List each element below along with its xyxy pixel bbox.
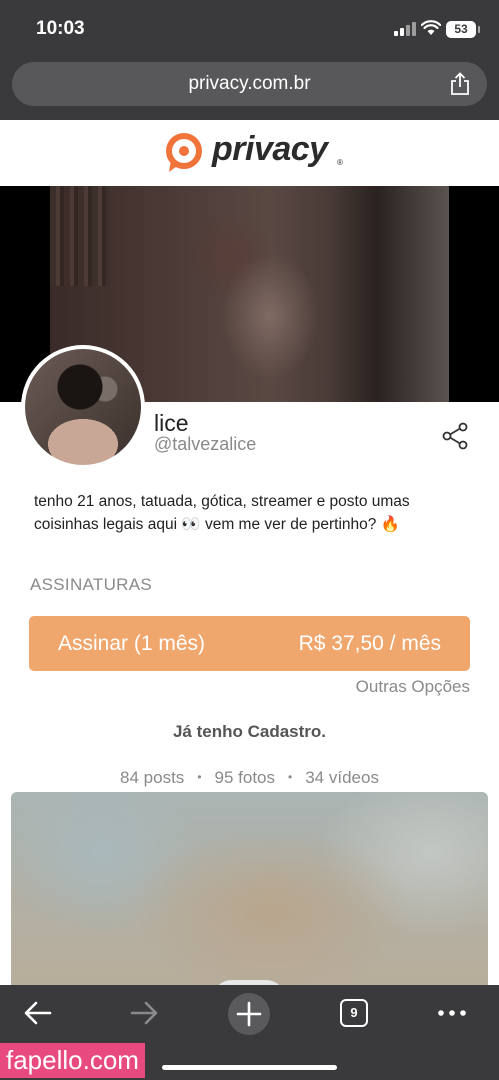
profile-bio: tenho 21 anos, tatuada, gótica, streamer… (34, 493, 410, 533)
address-bar[interactable]: privacy.com.br (12, 62, 487, 106)
brand-logo-text[interactable]: privacy (212, 130, 328, 169)
locked-post-preview[interactable] (11, 792, 488, 992)
stat-separator: • (288, 770, 293, 784)
brand-registered-mark: ® (337, 158, 343, 167)
watermark: fapello.com (0, 1043, 145, 1078)
avatar-image (25, 349, 141, 465)
wifi-icon (421, 20, 441, 35)
forward-arrow-icon[interactable] (130, 1000, 158, 1026)
share-profile-icon[interactable] (442, 422, 470, 450)
profile-stats: 84 posts • 95 fotos • 34 vídeos (0, 768, 499, 788)
site-header: privacy ® (0, 120, 499, 186)
stat-posts: 84 posts (120, 768, 185, 787)
stat-videos: 34 vídeos (305, 768, 379, 787)
privacy-logo-icon[interactable] (163, 132, 205, 174)
battery-icon: 53 (446, 21, 480, 38)
tabs-button[interactable]: 9 (340, 999, 368, 1027)
stat-photos: 95 fotos (214, 768, 276, 787)
profile-handle: @talvezalice (154, 434, 257, 454)
avatar[interactable] (21, 345, 145, 469)
back-arrow-icon[interactable] (24, 1000, 52, 1026)
other-options-link[interactable]: Outras Opções (356, 677, 470, 697)
home-indicator (162, 1065, 337, 1070)
cellular-signal-icon (394, 22, 416, 36)
subscribe-button-price: R$ 37,50 / mês (298, 632, 441, 655)
cover-image-detail (50, 186, 110, 286)
plus-icon (236, 1001, 262, 1027)
browser-top-chrome: 10:03 53 privacy.com.br (0, 0, 499, 120)
profile-name: lice (154, 410, 189, 436)
subscribe-button-label: Assinar (1 mês) (58, 632, 206, 655)
stat-separator: • (197, 770, 202, 784)
more-options-icon[interactable] (438, 1010, 466, 1016)
subscribe-button[interactable]: Assinar (1 mês) R$ 37,50 / mês (29, 616, 470, 671)
status-time: 10:03 (36, 18, 85, 39)
new-tab-button[interactable] (228, 993, 270, 1035)
url-text[interactable]: privacy.com.br (12, 73, 487, 95)
subscriptions-heading: ASSINATURAS (30, 575, 153, 594)
share-icon[interactable] (449, 72, 471, 96)
status-bar: 10:03 53 (0, 0, 499, 58)
already-registered-link[interactable]: Já tenho Cadastro. (0, 722, 499, 742)
